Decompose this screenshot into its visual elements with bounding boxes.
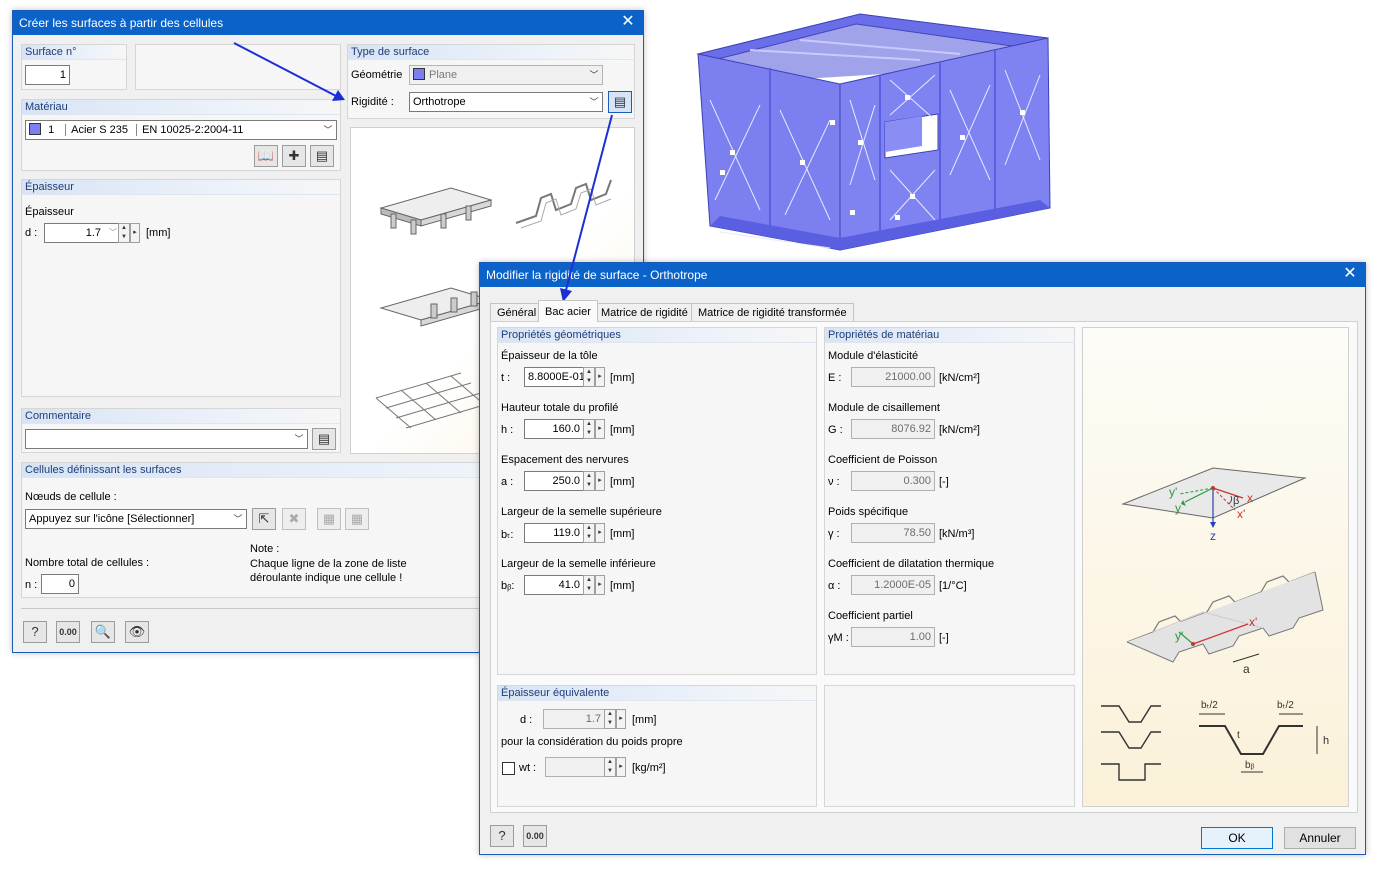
annotation-arrows [233, 42, 613, 302]
tab-steel-deck[interactable]: Bac acier [538, 300, 598, 322]
